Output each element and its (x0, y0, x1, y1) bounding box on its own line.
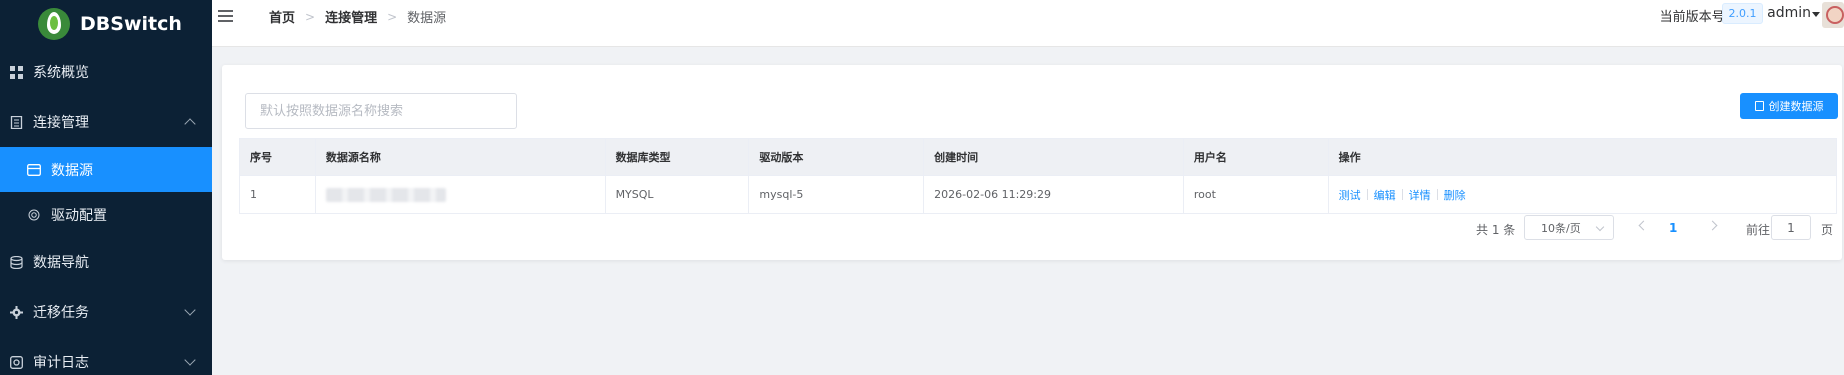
sidebar-item-label: 系统概览 (33, 65, 89, 81)
row-index: 1 (240, 176, 316, 213)
actions-cell: 测试 编辑 详情 删除 (1329, 176, 1836, 213)
divider (1401, 189, 1403, 200)
app-name: DBSwitch (80, 12, 182, 35)
grid-icon (10, 65, 23, 79)
sidebar-item-label: 审计日志 (33, 355, 89, 371)
search-input[interactable] (245, 93, 517, 129)
breadcrumb-home[interactable]: 首页 (269, 7, 295, 26)
column-header: 数据源名称 (316, 139, 606, 175)
divider (1436, 189, 1438, 200)
logo-icon (38, 7, 70, 40)
version-label: 当前版本号: (1659, 10, 1729, 25)
table-header: 序号 数据源名称 数据库类型 驱动版本 创建时间 用户名 操作 (240, 139, 1836, 176)
sidebar-item-migration-tasks[interactable]: 迁移任务 (0, 287, 212, 337)
chevron-down-icon (184, 354, 196, 366)
page-size-value: 10条/页 (1541, 221, 1581, 235)
card-icon (27, 163, 41, 176)
pagination: 共 1 条 10条/页 1 前往 页 (222, 215, 1842, 241)
goto-label: 前往 (1746, 223, 1771, 237)
log-icon (10, 355, 23, 369)
create-button-label: 创建数据源 (1768, 101, 1824, 113)
sidebar-item-overview[interactable]: 系统概览 (0, 47, 212, 97)
avatar[interactable] (1822, 2, 1844, 28)
sidebar-item-connections[interactable]: 连接管理 (0, 97, 212, 147)
username-cell: root (1184, 176, 1329, 213)
sidebar-item-label: 迁移任务 (33, 305, 89, 321)
page-number[interactable]: 1 (1669, 221, 1677, 235)
details-link[interactable]: 详情 (1409, 187, 1431, 203)
sidebar-item-label: 连接管理 (33, 115, 89, 131)
total-count: 共 1 条 (1476, 223, 1516, 237)
column-header: 创建时间 (924, 139, 1184, 175)
menu-toggle-icon[interactable] (218, 10, 233, 22)
column-header: 数据库类型 (606, 139, 750, 175)
database-icon (10, 255, 23, 269)
document-icon (10, 115, 23, 129)
column-header: 驱动版本 (749, 139, 925, 175)
datasource-name-cell (316, 176, 606, 213)
delete-link[interactable]: 删除 (1444, 187, 1466, 203)
column-header: 操作 (1338, 151, 1361, 164)
edit-link[interactable]: 编辑 (1374, 187, 1396, 203)
chevron-down-icon (1595, 222, 1605, 232)
chevron-right-icon: > (387, 9, 398, 24)
sidebar-item-driver-config[interactable]: 驱动配置 (0, 192, 212, 237)
chevron-right-icon: > (305, 9, 316, 24)
sidebar-item-data-navigation[interactable]: 数据导航 (0, 237, 212, 287)
gear-icon (10, 305, 23, 319)
gear-circle-icon (28, 209, 40, 220)
chevron-up-icon (184, 118, 196, 130)
user-menu[interactable]: admin (1767, 5, 1811, 21)
sidebar-item-audit-log[interactable]: 审计日志 (0, 337, 212, 375)
test-link[interactable]: 测试 (1339, 187, 1361, 203)
next-page-icon[interactable] (1707, 220, 1718, 231)
goto-page-input[interactable] (1771, 215, 1811, 240)
sidebar-item-label: 数据源 (51, 162, 93, 179)
version-badge: 2.0.1 (1722, 3, 1763, 24)
page-size-select[interactable]: 10条/页 (1524, 215, 1614, 240)
divider (1366, 189, 1368, 200)
redacted-name (325, 187, 446, 202)
column-header: 序号 (240, 139, 316, 175)
chevron-down-icon (184, 304, 196, 316)
create-datasource-button[interactable]: 创建数据源 (1740, 93, 1838, 119)
logo: DBSwitch (0, 0, 212, 47)
breadcrumb-connections[interactable]: 连接管理 (325, 7, 377, 26)
sidebar: DBSwitch 系统概览 连接管理 数据源 驱动配置 数据导航 迁移任务 审计… (0, 0, 212, 375)
datasource-table: 序号 数据源名称 数据库类型 驱动版本 创建时间 用户名 操作 1 MYSQL … (239, 138, 1837, 214)
breadcrumb: 首页 > 连接管理 > 数据源 (269, 7, 447, 27)
column-header: 用户名 (1184, 139, 1329, 175)
top-header: 首页 > 连接管理 > 数据源 当前版本号: 2.0.1 admin (212, 0, 1844, 47)
prev-page-icon[interactable] (1638, 220, 1649, 231)
driver-version-cell: mysql-5 (749, 176, 925, 213)
sidebar-item-datasource[interactable]: 数据源 (0, 147, 212, 192)
sidebar-item-label: 数据导航 (33, 255, 89, 271)
sidebar-item-label: 驱动配置 (51, 207, 107, 224)
breadcrumb-current: 数据源 (407, 11, 447, 26)
datasource-card: 创建数据源 序号 数据源名称 数据库类型 驱动版本 创建时间 用户名 操作 1 … (222, 65, 1842, 260)
document-plus-icon (1754, 101, 1764, 111)
db-type-cell: MYSQL (606, 176, 750, 213)
goto-suffix: 页 (1821, 223, 1834, 237)
caret-down-icon[interactable] (1812, 12, 1820, 17)
table-row: 1 MYSQL mysql-5 2026-02-06 11:29:29 root… (240, 176, 1836, 213)
created-time-cell: 2026-02-06 11:29:29 (924, 176, 1184, 213)
